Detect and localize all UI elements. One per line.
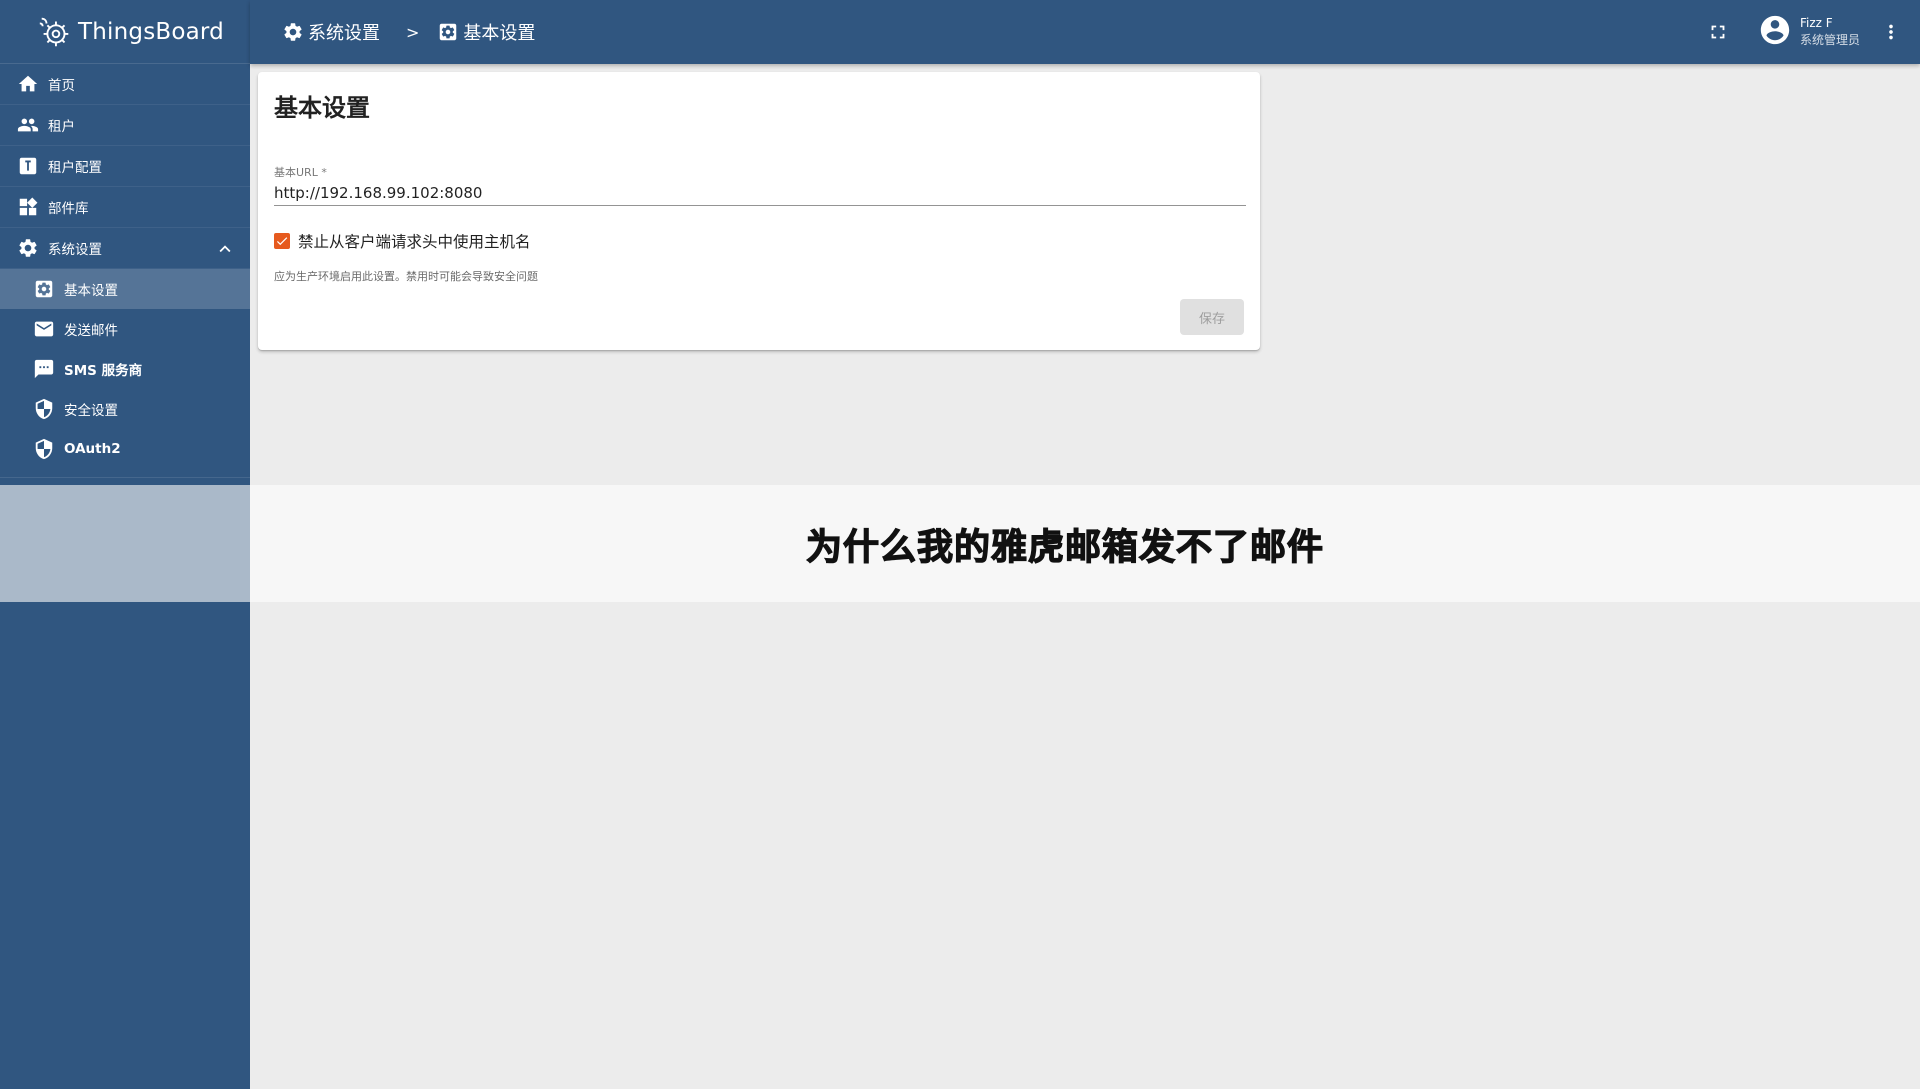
breadcrumb-general-settings: 基本设置	[463, 23, 536, 44]
sidebar-item-label: 安全设置	[64, 403, 118, 419]
prohibit-hostname-checkbox[interactable]	[274, 233, 290, 249]
home-icon	[16, 72, 40, 96]
user-name: Fizz F	[1799, 16, 1833, 30]
mail-icon	[32, 317, 56, 341]
sidebar-item-sms-provider[interactable]: SMS 服务商	[0, 349, 250, 389]
widgets-icon	[16, 195, 40, 219]
sidebar-item-label: SMS 服务商	[64, 363, 143, 379]
caption-banner-left	[0, 485, 250, 602]
fullscreen-icon	[1711, 25, 1725, 39]
more-menu-button[interactable]	[1876, 12, 1906, 52]
sidebar-item-oauth2[interactable]: OAuth2	[0, 429, 250, 469]
system-settings-submenu: 基本设置 发送邮件 SMS 服务商 安全设置 OAuth2	[0, 269, 250, 478]
user-role: 系统管理员	[1799, 33, 1860, 47]
breadcrumb-system-settings[interactable]: 系统设置	[308, 19, 380, 45]
sidebar-item-label: 首页	[48, 78, 75, 94]
caption-banner: 为什么我的雅虎邮箱发不了邮件	[250, 485, 1920, 602]
account-circle-icon	[1760, 15, 1790, 45]
breadcrumb: 系统设置 > 基本设置	[282, 19, 535, 45]
sidebar-item-tenants[interactable]: 租户	[0, 105, 250, 146]
breadcrumb-separator: >	[406, 22, 420, 42]
app-name: ThingsBoard	[78, 18, 224, 45]
user-area: Fizz F 系统管理员	[1698, 0, 1920, 64]
sidebar-item-home[interactable]: 首页	[0, 64, 250, 105]
security-hint: 应为生产环境启用此设置。禁用时可能会导致安全问题	[274, 270, 538, 283]
check-icon	[276, 237, 288, 246]
sidebar-item-label: 基本设置	[64, 283, 118, 299]
sidebar-item-security-settings[interactable]: 安全设置	[0, 389, 250, 429]
base-url-label: 基本URL *	[274, 166, 327, 179]
sidebar-item-label: OAuth2	[64, 441, 121, 457]
app-logo[interactable]: ThingsBoard	[0, 0, 250, 64]
more-vert-icon	[1889, 24, 1893, 40]
caption-text: 为什么我的雅虎邮箱发不了邮件	[805, 526, 1324, 568]
gear-icon	[16, 236, 40, 260]
sidebar-item-mail-server[interactable]: 发送邮件	[0, 309, 250, 349]
sidebar-item-widgets[interactable]: 部件库	[0, 187, 250, 228]
sidebar-item-label: 系统设置	[48, 242, 102, 258]
sidebar-menu: 首页 租户 租户配置 部件库 系统设置	[0, 64, 250, 269]
thingsboard-logo-icon	[39, 17, 69, 46]
prohibit-hostname-label: 禁止从客户端请求头中使用主机名	[298, 233, 531, 251]
sidebar-item-general-settings[interactable]: 基本设置	[0, 269, 250, 309]
gear-icon	[284, 23, 302, 41]
sidebar-item-tenant-profiles[interactable]: 租户配置	[0, 146, 250, 187]
sidebar-item-label: 部件库	[48, 201, 89, 217]
security-icon	[32, 437, 56, 461]
sidebar-item-system-settings[interactable]: 系统设置	[0, 228, 250, 269]
base-url-input[interactable]	[274, 180, 1246, 206]
settings-box-icon	[440, 23, 457, 41]
fullscreen-button[interactable]	[1698, 12, 1738, 52]
prohibit-hostname-option[interactable]: 禁止从客户端请求头中使用主机名	[274, 230, 531, 252]
tenant-profile-icon	[16, 154, 40, 178]
chevron-up-icon[interactable]	[214, 238, 236, 260]
people-icon	[16, 113, 40, 137]
user-info: Fizz F 系统管理员	[1800, 15, 1860, 49]
sidebar-item-label: 发送邮件	[64, 323, 118, 339]
sidebar-item-label: 租户	[48, 119, 75, 135]
page-title: 基本设置	[274, 94, 370, 122]
avatar[interactable]	[1758, 13, 1792, 51]
settings-box-icon	[32, 277, 56, 301]
security-icon	[32, 397, 56, 421]
save-button[interactable]: 保存	[1180, 299, 1244, 335]
sidebar-item-label: 租户配置	[48, 160, 102, 176]
sms-icon	[32, 357, 56, 381]
general-settings-card: 基本设置 基本URL * 禁止从客户端请求头中使用主机名 应为生产环境启用此设置…	[258, 72, 1260, 350]
top-toolbar: 系统设置 > 基本设置 Fizz F 系统管理员	[250, 0, 1920, 64]
